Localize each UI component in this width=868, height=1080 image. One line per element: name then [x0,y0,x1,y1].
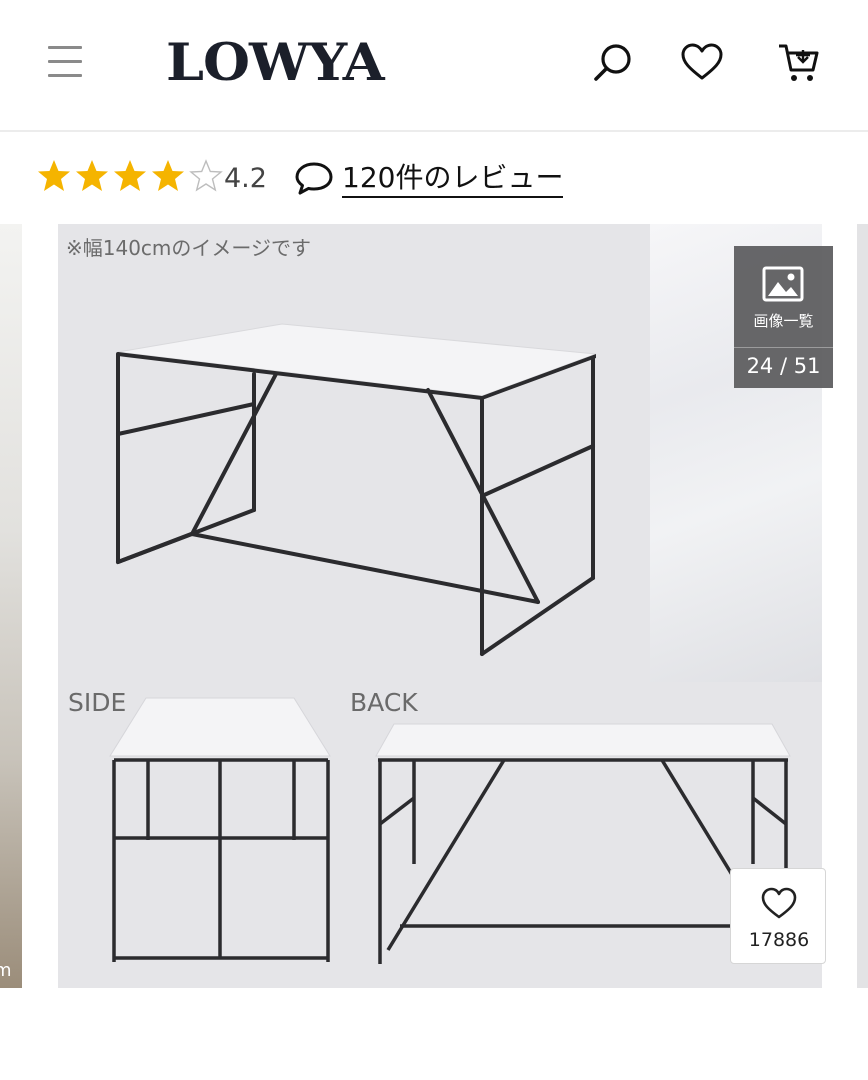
favorite-count: 17886 [748,929,810,951]
search-button[interactable] [590,40,636,86]
menu-bar [48,60,82,63]
back-view-table [375,723,791,964]
image-list-label: 画像一覧 [753,312,814,330]
cart-icon [779,44,819,81]
image-list-button[interactable]: 画像一覧 24 / 51 [734,246,833,388]
star-filled-icon [38,160,70,191]
star-rating [36,158,226,198]
favorites-button[interactable] [679,40,725,86]
heart-outline-icon [761,887,797,919]
speech-bubble-icon [295,162,333,195]
search-icon [594,44,631,81]
previous-slide-peek[interactable]: m [0,224,22,988]
menu-bar [48,74,82,77]
star-empty-icon [189,159,223,192]
next-slide-peek[interactable] [857,224,868,988]
menu-button[interactable] [44,38,88,84]
star-filled-icon [76,160,108,191]
site-header: LOWYA [0,0,868,132]
rating-score: 4.2 [224,163,267,194]
star-filled-icon [152,160,184,191]
image-icon [762,266,804,302]
side-view-table [109,697,331,962]
menu-bar [48,46,82,49]
favorite-button[interactable]: 17886 [730,868,826,964]
gallery-divider [734,347,833,348]
table-illustration [109,323,791,964]
rating-row: 4.2 120件のレビュー [36,154,836,204]
heart-icon [681,43,723,80]
cart-button[interactable] [776,40,822,86]
image-counter: 24 / 51 [746,354,821,378]
product-image-slide[interactable]: ※幅140cmのイメージです SIDE BACK [58,224,822,988]
previous-slide-text: m [0,960,12,981]
review-link-text: 120件のレビュー [342,160,564,198]
star-filled-icon [114,160,146,191]
site-logo[interactable]: LOWYA [166,32,385,93]
perspective-table [116,323,597,656]
